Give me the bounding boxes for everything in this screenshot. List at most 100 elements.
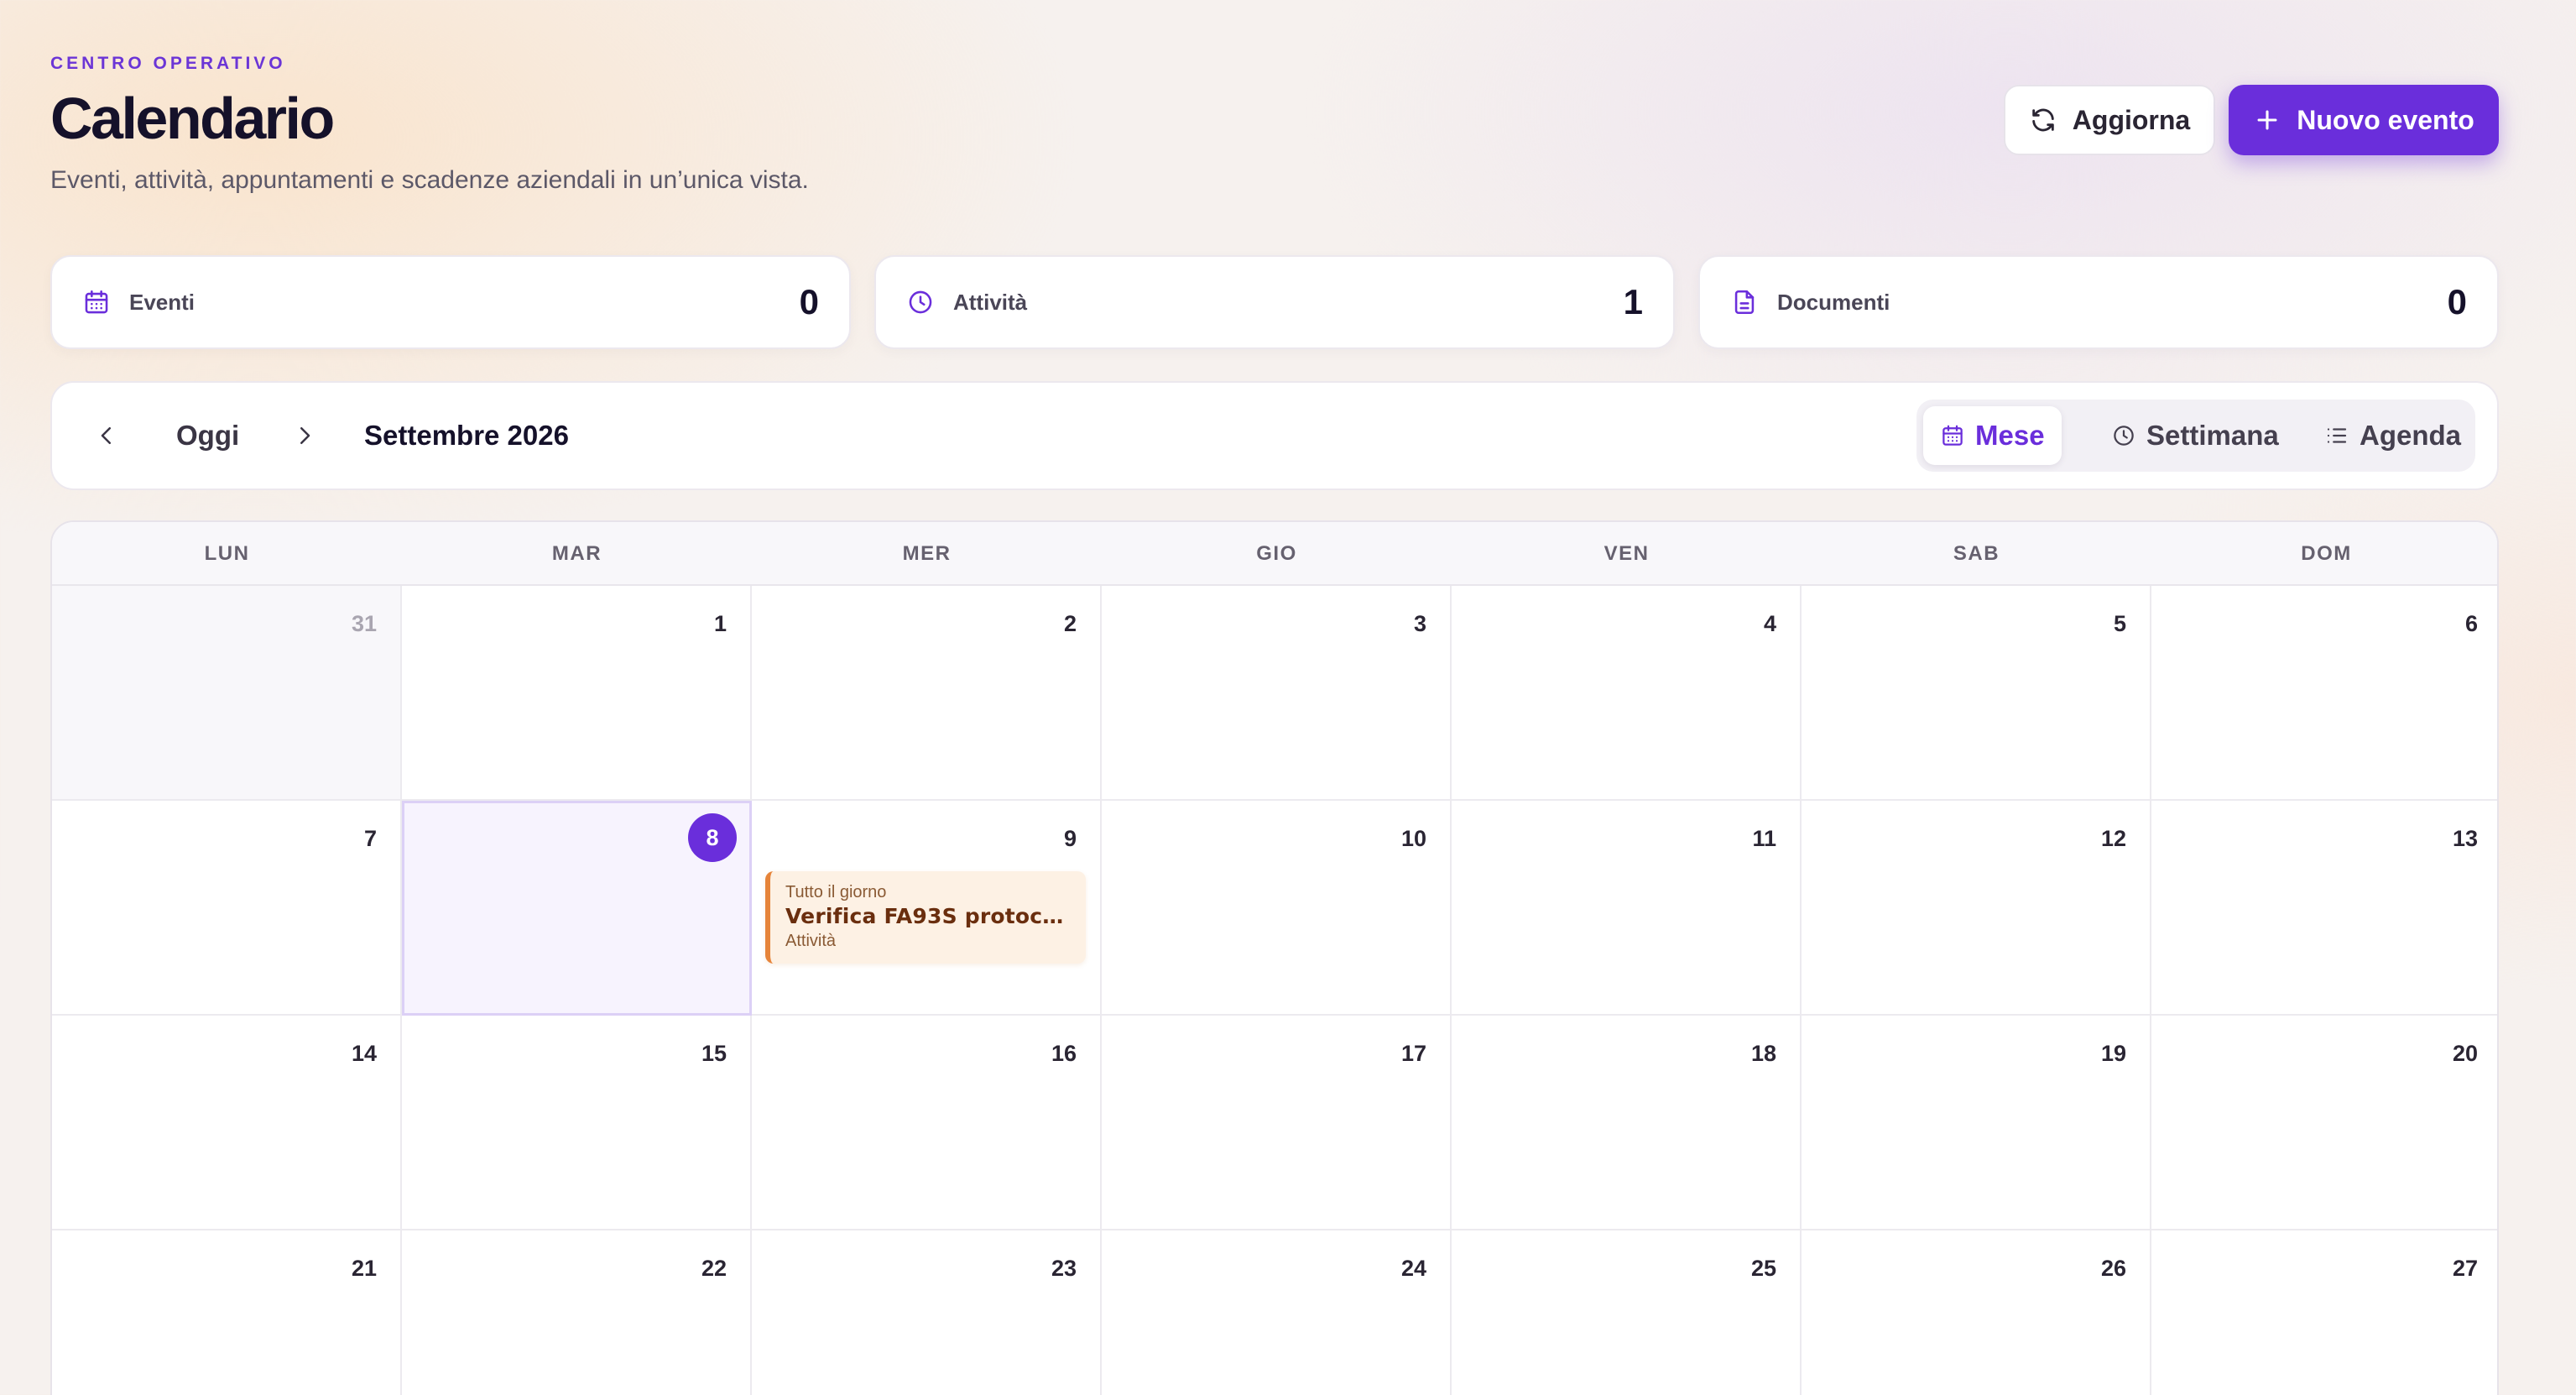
day-number: 26	[2100, 1256, 2126, 1281]
day-number: 2	[1063, 611, 1077, 636]
day-cell[interactable]: 14	[52, 1016, 402, 1230]
day-cell[interactable]: 7	[52, 801, 402, 1016]
day-number: 16	[1051, 1041, 1077, 1066]
stat-value: 0	[799, 282, 819, 321]
day-number: 10	[1400, 826, 1426, 851]
day-cell[interactable]: 16	[752, 1016, 1102, 1230]
day-cell[interactable]: 9 Tutto il giorno Verifica FA93S protoco…	[752, 801, 1102, 1016]
day-number: 22	[701, 1256, 727, 1281]
plus-icon	[2253, 106, 2281, 134]
weekday-label: DOM	[2301, 542, 2352, 565]
page-title: Calendario	[50, 86, 335, 151]
day-cell[interactable]: 23	[752, 1230, 1102, 1395]
day-cell[interactable]: 15	[402, 1016, 752, 1230]
day-number: 23	[1051, 1256, 1077, 1281]
today-badge: 8	[688, 813, 737, 862]
new-event-button[interactable]: Nuovo evento	[2229, 85, 2499, 155]
event-type: Attività	[785, 932, 837, 950]
day-cell[interactable]: 20	[2151, 1016, 2497, 1230]
day-number: 19	[2100, 1041, 2126, 1066]
stat-card-activities: Attività 1	[874, 255, 1675, 349]
day-number: 6	[2464, 611, 2478, 636]
view-month-button[interactable]: Mese	[1923, 406, 2062, 465]
eyebrow-label: CENTRO OPERATIVO	[50, 54, 286, 73]
view-agenda-button[interactable]: Agenda	[2307, 406, 2478, 465]
chevron-left-icon	[94, 423, 119, 448]
previous-month-button[interactable]	[86, 415, 128, 457]
day-number: 7	[363, 826, 377, 851]
stat-label: Attività	[953, 289, 1028, 315]
document-icon	[1730, 288, 1759, 316]
clock-icon	[2111, 423, 2136, 448]
list-icon	[2324, 423, 2349, 448]
day-number: 5	[2113, 611, 2126, 636]
day-cell[interactable]: 2	[752, 586, 1102, 801]
day-cell[interactable]: 26	[1802, 1230, 2151, 1395]
view-agenda-label: Agenda	[2360, 420, 2462, 451]
stat-card-events: Eventi 0	[50, 255, 851, 349]
day-cell[interactable]: 17	[1102, 1016, 1452, 1230]
refresh-button[interactable]: Aggiorna	[2004, 85, 2215, 155]
day-number: 24	[1400, 1256, 1426, 1281]
day-number: 18	[1750, 1041, 1776, 1066]
view-week-label: Settimana	[2146, 420, 2279, 451]
new-event-button-label: Nuovo evento	[2297, 104, 2474, 135]
calendar-toolbar: Oggi Settembre 2026 Mese Settimana Agend…	[50, 381, 2499, 490]
day-cell[interactable]: 4	[1452, 586, 1802, 801]
day-cell[interactable]: 19	[1802, 1016, 2151, 1230]
day-number: 3	[1413, 611, 1426, 636]
view-month-label: Mese	[1975, 420, 2045, 451]
day-cell[interactable]: 13	[2151, 801, 2497, 1016]
chevron-right-icon	[292, 423, 317, 448]
day-cell[interactable]: 22	[402, 1230, 752, 1395]
view-week-button[interactable]: Settimana	[2094, 406, 2296, 465]
day-number: 25	[1750, 1256, 1776, 1281]
month-calendar: LUN MAR MER GIO VEN SAB DOM 31 1 2 3 4 5…	[50, 520, 2499, 1395]
refresh-icon	[2029, 106, 2057, 134]
day-cell[interactable]: 3	[1102, 586, 1452, 801]
day-cell[interactable]: 5	[1802, 586, 2151, 801]
weekday-label: MER	[902, 542, 952, 565]
day-cell[interactable]: 6	[2151, 586, 2497, 801]
day-cell-today[interactable]: 8	[402, 801, 752, 1016]
day-number: 31	[351, 611, 377, 636]
stat-label: Eventi	[129, 289, 196, 315]
weekday-label: LUN	[204, 542, 250, 565]
event-title: Verifica FA93S protocol v...	[785, 904, 1072, 928]
day-cell[interactable]: 11	[1452, 801, 1802, 1016]
day-number: 1	[713, 611, 727, 636]
day-cell[interactable]: 24	[1102, 1230, 1452, 1395]
day-cell[interactable]: 18	[1452, 1016, 1802, 1230]
weekday-label: SAB	[1953, 542, 2000, 565]
day-number: 14	[351, 1041, 377, 1066]
view-switcher: Mese Settimana Agenda	[1916, 400, 2475, 472]
day-number: 27	[2452, 1256, 2478, 1281]
day-number: 13	[2452, 826, 2478, 851]
day-number: 9	[1063, 826, 1077, 851]
weekday-header: LUN MAR MER GIO VEN SAB DOM	[52, 522, 2497, 586]
day-cell[interactable]: 21	[52, 1230, 402, 1395]
day-number: 21	[351, 1256, 377, 1281]
day-cell[interactable]: 31	[52, 586, 402, 801]
calendar-icon	[1940, 423, 1965, 448]
day-number: 4	[1763, 611, 1776, 636]
calendar-event[interactable]: Tutto il giorno Verifica FA93S protocol …	[765, 871, 1086, 964]
day-number: 15	[701, 1041, 727, 1066]
day-cell[interactable]: 25	[1452, 1230, 1802, 1395]
clock-icon	[906, 288, 935, 316]
weekday-label: VEN	[1603, 542, 1650, 565]
day-cell[interactable]: 10	[1102, 801, 1452, 1016]
today-button[interactable]: Oggi	[176, 420, 239, 452]
day-number: 11	[1752, 826, 1776, 851]
day-cell[interactable]: 12	[1802, 801, 2151, 1016]
calendar-icon	[82, 288, 111, 316]
refresh-button-label: Aggiorna	[2072, 104, 2191, 135]
day-number: 17	[1400, 1041, 1426, 1066]
day-cell[interactable]: 27	[2151, 1230, 2497, 1395]
day-number: 20	[2452, 1041, 2478, 1066]
next-month-button[interactable]	[284, 415, 326, 457]
stat-value: 1	[1623, 282, 1643, 321]
day-cell[interactable]: 1	[402, 586, 752, 801]
stat-card-documents: Documenti 0	[1698, 255, 2499, 349]
stat-label: Documenti	[1777, 289, 1890, 315]
